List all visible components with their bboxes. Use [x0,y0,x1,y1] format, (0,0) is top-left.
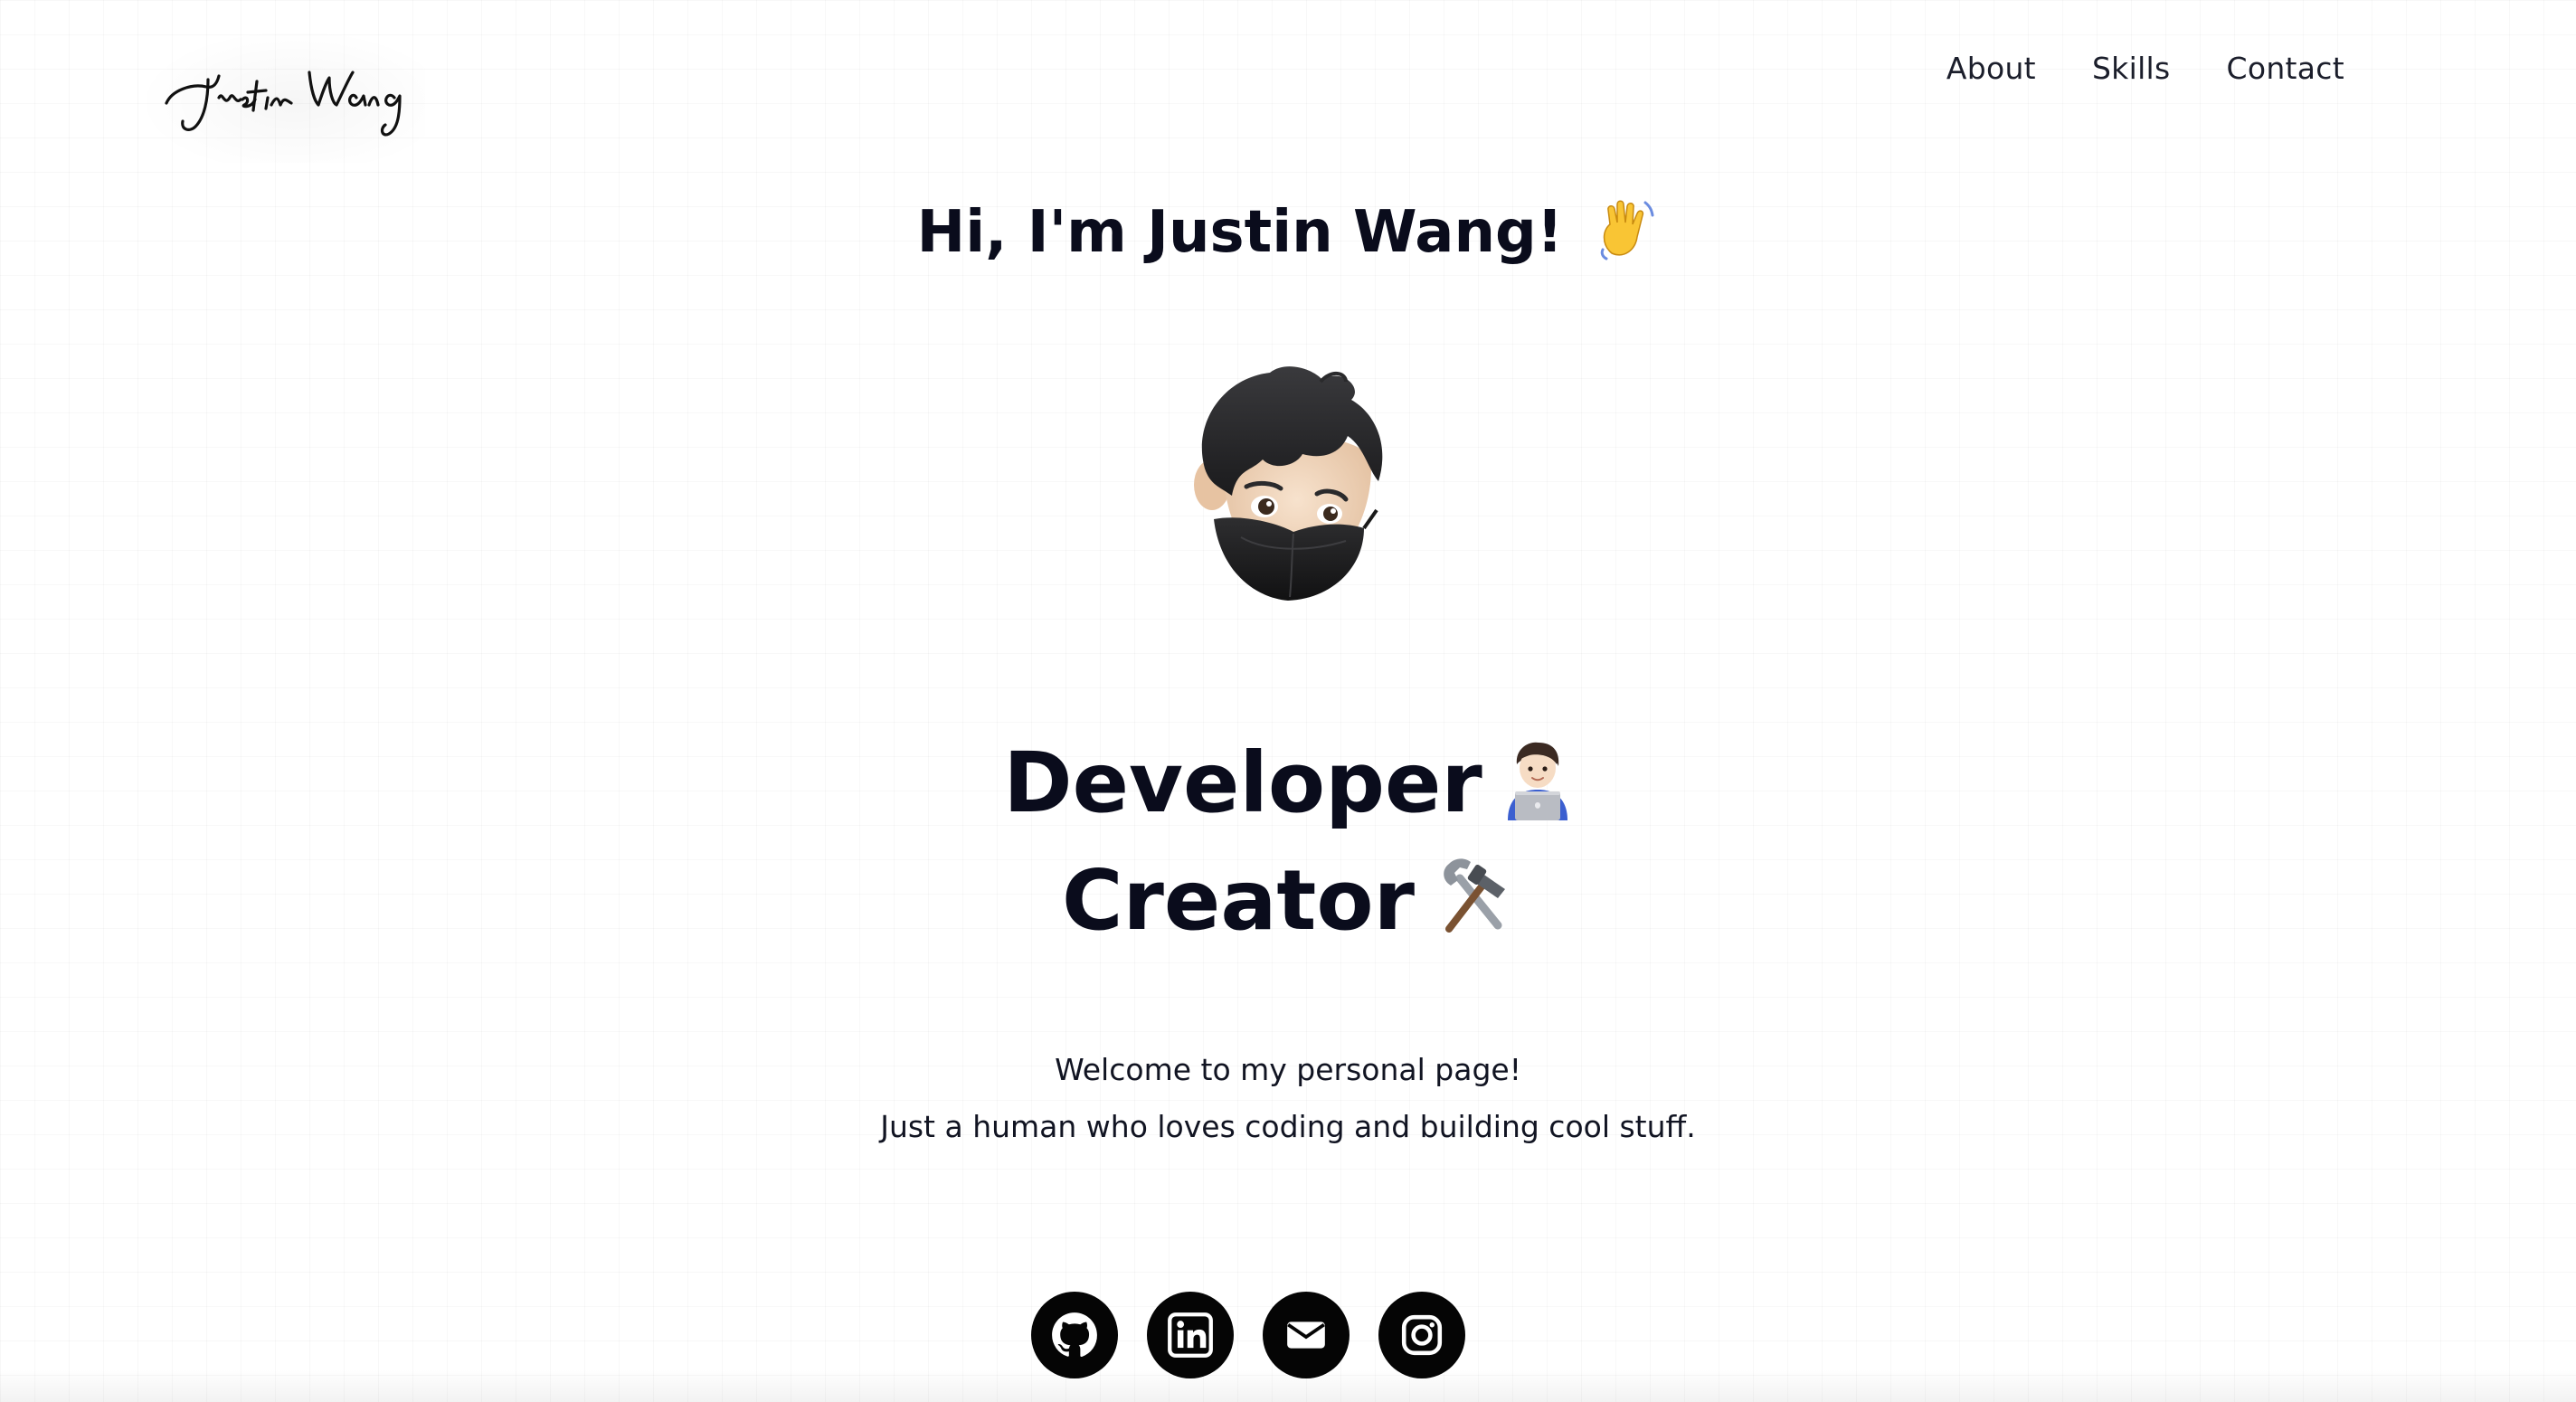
github-link[interactable] [1031,1292,1118,1378]
linkedin-icon [1168,1312,1213,1358]
main-nav: About Skills Contact [1946,51,2344,86]
github-icon [1052,1312,1097,1358]
linkedin-link[interactable] [1147,1292,1234,1378]
intro-line-2: Just a human who loves coding and buildi… [880,1109,1696,1144]
nav-link-about[interactable]: About [1946,51,2036,86]
role-developer-label: Developer [1003,734,1482,831]
email-icon [1287,1321,1325,1349]
logo-signature [165,71,402,137]
role-creator-label: Creator [1062,852,1415,949]
logo[interactable] [136,27,425,163]
instagram-icon [1401,1314,1443,1356]
waving-hand-icon [1601,200,1654,261]
hammer-and-wrench-icon [1444,858,1505,933]
role-developer: Developer [0,734,2576,831]
greeting-heading: Hi, I'm Justin Wang! [0,197,2576,266]
avatar [1194,366,1383,601]
role-creator: Creator [0,852,2576,949]
nav-link-skills[interactable]: Skills [2092,51,2171,86]
social-links [1031,1292,1465,1378]
page-fold-shadow [0,1369,2576,1402]
greeting-text: Hi, I'm Justin Wang! [916,199,1564,266]
technologist-laptop-icon [1507,742,1567,820]
nav-link-contact[interactable]: Contact [2227,51,2345,86]
intro-line-1: Welcome to my personal page! [1055,1052,1521,1087]
instagram-link[interactable] [1378,1292,1465,1378]
email-link[interactable] [1263,1292,1350,1378]
